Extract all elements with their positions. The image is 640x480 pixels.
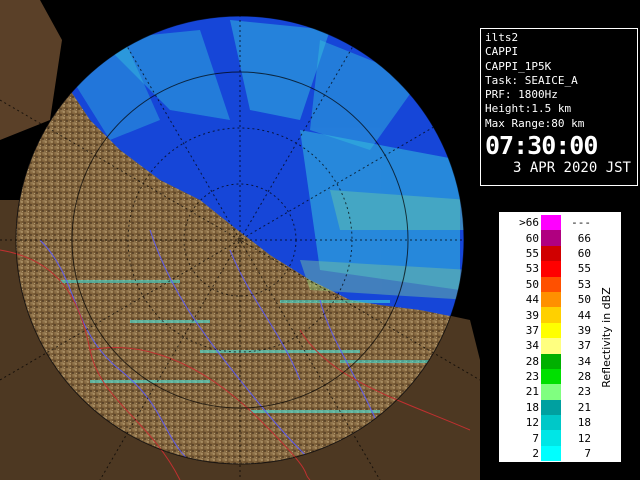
legend-row: 60 66 xyxy=(503,230,591,246)
prf-value: PRF: 1800Hz xyxy=(485,88,558,102)
legend-color-swatch xyxy=(541,215,561,231)
legend-color-swatch xyxy=(541,445,561,462)
legend-color-swatch xyxy=(541,384,561,400)
legend-low-value: 50 xyxy=(525,277,539,291)
product-name: CAPPI xyxy=(485,45,519,59)
legend-high-value: 7 xyxy=(584,447,591,461)
legend-color-swatch xyxy=(541,230,561,246)
legend-high-value: 55 xyxy=(577,262,591,276)
legend-row: 28 34 xyxy=(503,353,591,369)
legend-color-swatch xyxy=(541,245,561,262)
legend-color-swatch xyxy=(541,261,561,277)
legend-low-value: 55 xyxy=(525,246,539,260)
legend-low-value: 37 xyxy=(525,323,539,337)
product-code: CAPPI_1P5K xyxy=(485,59,552,73)
legend-high-value: 50 xyxy=(577,293,591,307)
legend-row: 39 44 xyxy=(503,307,591,323)
legend-low-value: 39 xyxy=(525,308,539,322)
legend-low-value: 12 xyxy=(525,416,539,430)
legend-table: >66 --- 60 66 55 60 53 55 50 53 44 50 39 44 37 39 34 37 28… xyxy=(503,215,591,462)
legend-color-swatch xyxy=(541,322,561,339)
legend-row: 44 50 xyxy=(503,291,591,308)
task-name: Task: SEAICE_A xyxy=(485,73,578,87)
legend-row: 12 18 xyxy=(503,415,591,431)
legend-row: 18 21 xyxy=(503,399,591,416)
radar-info-panel: ilts2 CAPPI CAPPI_1P5K Task: SEAICE_A PR… xyxy=(480,28,638,186)
site-name: ilts2 xyxy=(485,31,519,44)
legend-high-value: 53 xyxy=(577,277,591,291)
legend-color-swatch xyxy=(541,307,561,323)
observation-time: 07:30:00 xyxy=(485,131,598,161)
legend-low-value: 23 xyxy=(525,370,539,384)
legend-low-value: 2 xyxy=(532,447,539,461)
reflectivity-legend: >66 --- 60 66 55 60 53 55 50 53 44 50 39 44 37 39 34 37 28… xyxy=(498,211,622,463)
legend-row: 53 55 xyxy=(503,261,591,277)
legend-color-swatch xyxy=(541,415,561,431)
legend-title-text: Reflectivity in dBZ xyxy=(599,286,613,388)
height-value: Height:1.5 km xyxy=(485,102,572,116)
legend-high-value: 21 xyxy=(577,400,591,414)
legend-high-value: 28 xyxy=(577,370,591,384)
legend-row: 34 37 xyxy=(503,338,591,354)
legend-low-value: 44 xyxy=(525,293,539,307)
legend-row: 27 xyxy=(503,445,591,462)
legend-high-value: 39 xyxy=(577,323,591,337)
legend-low-value: 34 xyxy=(525,339,539,353)
legend-row: 21 23 xyxy=(503,384,591,400)
legend-color-swatch xyxy=(541,399,561,416)
legend-low-value: >66 xyxy=(519,216,539,230)
legend-low-value: 28 xyxy=(525,354,539,368)
legend-row: 50 53 xyxy=(503,276,591,292)
legend-color-swatch xyxy=(541,430,561,446)
legend-color-swatch xyxy=(541,338,561,354)
max-range-value: Max Range:80 km xyxy=(485,116,585,130)
legend-color-swatch xyxy=(541,276,561,292)
legend-low-value: 60 xyxy=(525,231,539,245)
observation-date: 3 APR 2020 JST xyxy=(512,160,631,177)
legend-low-value: 18 xyxy=(525,400,539,414)
legend-high-value: 18 xyxy=(577,416,591,430)
legend-high-value: 23 xyxy=(577,385,591,399)
legend-low-value: 53 xyxy=(525,262,539,276)
legend-high-value: --- xyxy=(571,216,591,230)
legend-high-value: 44 xyxy=(577,308,591,322)
legend-low-value: 21 xyxy=(525,385,539,399)
legend-high-value: 37 xyxy=(577,339,591,353)
legend-row: 7 12 xyxy=(503,430,591,446)
legend-low-value: 7 xyxy=(532,431,539,445)
legend-high-value: 34 xyxy=(577,354,591,368)
legend-high-value: 60 xyxy=(577,246,591,260)
legend-color-swatch xyxy=(541,353,561,369)
legend-row: 55 60 xyxy=(503,245,591,262)
legend-title: Reflectivity in dBZ xyxy=(595,222,617,452)
legend-row: >66 --- xyxy=(503,215,591,231)
legend-color-swatch xyxy=(541,368,561,385)
legend-color-swatch xyxy=(541,291,561,308)
legend-row: 37 39 xyxy=(503,322,591,339)
legend-high-value: 12 xyxy=(577,431,591,445)
legend-high-value: 66 xyxy=(577,231,591,245)
legend-row: 23 28 xyxy=(503,368,591,385)
